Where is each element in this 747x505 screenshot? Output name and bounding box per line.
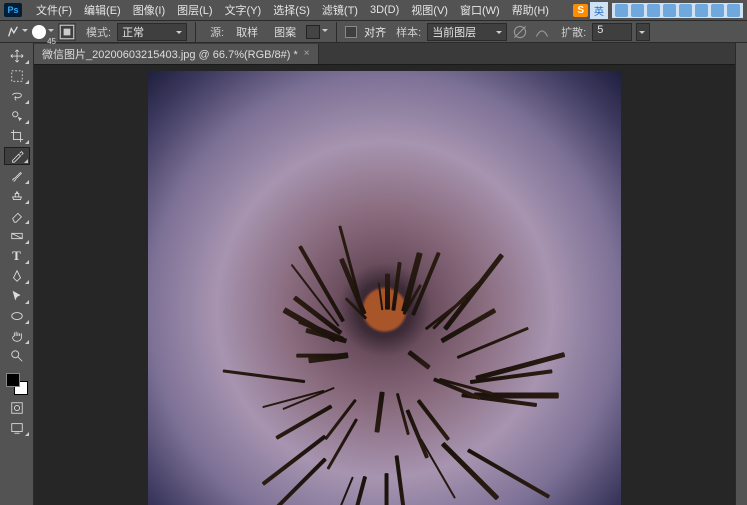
type-tool[interactable]: T: [4, 247, 30, 265]
quick-select-tool[interactable]: [4, 107, 30, 125]
ime-icon-2[interactable]: [631, 4, 644, 17]
source-label: 源:: [210, 24, 224, 40]
zoom-tool[interactable]: [4, 347, 30, 365]
menu-layer[interactable]: 图层(L): [171, 0, 218, 20]
document-tab-bar: 微信图片_20200603215403.jpg @ 66.7%(RGB/8#) …: [34, 43, 735, 65]
app-logo: Ps: [4, 3, 22, 17]
blend-mode-value: 正常: [122, 27, 144, 39]
close-tab-icon[interactable]: ×: [304, 48, 310, 59]
hand-tool[interactable]: [4, 327, 30, 345]
brush-preset-picker[interactable]: 45: [32, 22, 54, 42]
menu-edit[interactable]: 编辑(E): [78, 0, 127, 20]
menu-select[interactable]: 选择(S): [267, 0, 316, 20]
diffusion-stepper[interactable]: [636, 23, 650, 41]
ime-icon-6[interactable]: [695, 4, 708, 17]
brush-size-value: 45: [47, 37, 56, 46]
source-sample-link[interactable]: 取样: [236, 24, 258, 40]
brush-swatch-icon: [32, 25, 46, 39]
document-canvas[interactable]: [148, 71, 621, 505]
ime-icon-strip: [612, 3, 743, 18]
ime-brand-icon[interactable]: S: [573, 4, 588, 17]
sample-layer-value: 当前图层: [432, 27, 476, 39]
ime-icon-8[interactable]: [727, 4, 740, 17]
menu-window[interactable]: 窗口(W): [454, 0, 506, 20]
sample-menu-label: 样本:: [396, 24, 421, 40]
document-tab-title: 微信图片_20200603215403.jpg @ 66.7%(RGB/8#) …: [42, 46, 298, 62]
diffusion-input[interactable]: 5: [592, 23, 632, 41]
source-pattern-link[interactable]: 图案: [274, 24, 296, 40]
canvas-viewport[interactable]: [34, 65, 735, 505]
separator-2: [336, 22, 337, 42]
shape-tool[interactable]: [4, 307, 30, 325]
ime-toolbar: S 英: [573, 2, 743, 19]
diffusion-value: 5: [597, 24, 603, 36]
menu-file[interactable]: 文件(F): [30, 0, 78, 20]
diffusion-label: 扩散:: [561, 24, 586, 40]
type-glyph: T: [12, 248, 21, 264]
ime-icon-4[interactable]: [663, 4, 676, 17]
ime-icon-3[interactable]: [647, 4, 660, 17]
document-area: 微信图片_20200603215403.jpg @ 66.7%(RGB/8#) …: [34, 43, 735, 505]
mode-label: 模式:: [86, 24, 111, 40]
pressure-size-icon[interactable]: [533, 23, 551, 41]
align-checkbox[interactable]: [345, 26, 357, 38]
ime-icon-5[interactable]: [679, 4, 692, 17]
toolbox: T: [0, 43, 34, 505]
document-tab[interactable]: 微信图片_20200603215403.jpg @ 66.7%(RGB/8#) …: [34, 44, 319, 64]
brush-tool[interactable]: [4, 167, 30, 185]
tool-options-bar: 45 模式: 正常 源: 取样 图案 对齐 样本: 当前图层 扩散: 5: [0, 21, 747, 43]
move-tool[interactable]: [4, 47, 30, 65]
ignore-adjustments-icon[interactable]: [511, 23, 529, 41]
separator-1: [195, 22, 196, 42]
ime-icon-7[interactable]: [711, 4, 724, 17]
crop-tool[interactable]: [4, 127, 30, 145]
path-select-tool[interactable]: [4, 287, 30, 305]
foreground-background-swatch[interactable]: [4, 371, 30, 397]
menu-help[interactable]: 帮助(H): [506, 0, 555, 20]
brush-panel-toggle-icon[interactable]: [58, 23, 76, 41]
menu-filter[interactable]: 滤镜(T): [316, 0, 364, 20]
eraser-tool[interactable]: [4, 207, 30, 225]
align-label: 对齐: [364, 24, 386, 40]
lasso-tool[interactable]: [4, 87, 30, 105]
gradient-tool[interactable]: [4, 227, 30, 245]
rect-marquee-tool[interactable]: [4, 67, 30, 85]
panel-rail[interactable]: [735, 43, 747, 505]
menu-view[interactable]: 视图(V): [405, 0, 454, 20]
menu-type[interactable]: 文字(Y): [219, 0, 268, 20]
ime-icon-1[interactable]: [615, 4, 628, 17]
menu-3d[interactable]: 3D(D): [364, 2, 405, 18]
quick-mask-toggle[interactable]: [4, 399, 30, 417]
clone-stamp-tool[interactable]: [4, 187, 30, 205]
menu-bar: Ps 文件(F) 编辑(E) 图像(I) 图层(L) 文字(Y) 选择(S) 滤…: [0, 0, 747, 21]
sample-layer-select[interactable]: 当前图层: [427, 23, 507, 41]
blend-mode-select[interactable]: 正常: [117, 23, 187, 41]
screen-mode-toggle[interactable]: [4, 419, 30, 437]
pen-tool[interactable]: [4, 267, 30, 285]
current-tool-icon[interactable]: [6, 22, 28, 42]
menu-image[interactable]: 图像(I): [127, 0, 171, 20]
pattern-picker[interactable]: [306, 22, 328, 42]
ime-language[interactable]: 英: [590, 2, 608, 19]
pattern-swatch-icon: [306, 25, 320, 39]
workspace: T 微信图片_20200603215403.jpg @ 66.7%(RGB/8#…: [0, 43, 747, 505]
healing-brush-tool[interactable]: [4, 147, 30, 165]
foreground-color[interactable]: [6, 373, 20, 387]
